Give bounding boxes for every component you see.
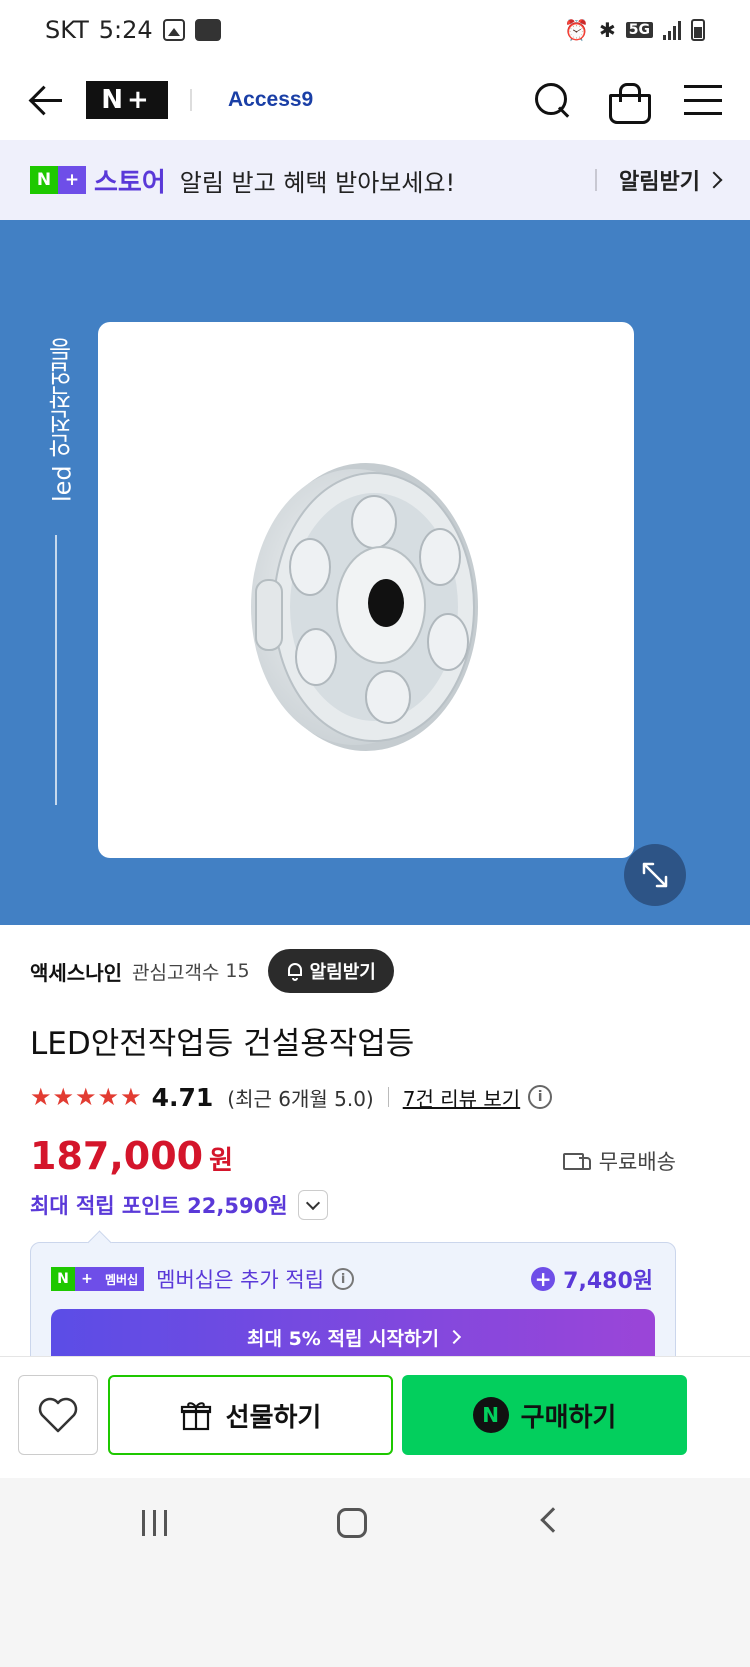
battery-icon bbox=[691, 19, 705, 41]
star-icon: ★ bbox=[75, 1083, 97, 1111]
recent-rating: (최근 6개월 5.0) bbox=[227, 1086, 374, 1111]
rating-row: ★ ★ ★ ★ ★ 4.71 (최근 6개월 5.0) 7건 리뷰 보기 i bbox=[30, 1080, 553, 1114]
notification-promo-banner[interactable]: N + 스토어 알림 받고 혜택 받아보세요! 알림받기 bbox=[0, 140, 750, 220]
signal-icon bbox=[663, 20, 681, 40]
nplus-store-logo: N + bbox=[30, 166, 86, 194]
rating-divider bbox=[387, 1087, 389, 1107]
product-image-hero[interactable]: led 안전작업등 bbox=[0, 220, 750, 925]
gallery-notification-icon bbox=[162, 19, 185, 41]
seller-row: 액세스나인 관심고객수 15 알림받기 bbox=[30, 948, 394, 994]
gift-icon bbox=[180, 1402, 211, 1431]
membership-badge: N + 멤버십 bbox=[51, 1267, 145, 1291]
heart-icon bbox=[38, 1397, 78, 1433]
led-reel-image bbox=[251, 463, 478, 751]
purchase-bar: 선물하기 N 구매하기 bbox=[0, 1356, 750, 1476]
bluetooth-icon: ✱ bbox=[599, 18, 616, 42]
star-icon: ★ bbox=[97, 1083, 120, 1111]
chevron-down-icon bbox=[305, 1195, 320, 1210]
shipping-label: 무료배송 bbox=[598, 1150, 676, 1174]
hero-vertical-label: led 안전작업등 bbox=[48, 337, 77, 503]
brand-logo[interactable]: Access9 bbox=[228, 88, 313, 112]
carrier-label: SKT bbox=[45, 16, 89, 44]
hamburger-menu-icon[interactable] bbox=[684, 85, 722, 115]
home-button[interactable] bbox=[337, 1508, 367, 1538]
product-photo bbox=[98, 322, 634, 858]
plus-circle-icon: + bbox=[531, 1267, 556, 1291]
seller-alarm-button[interactable]: 알림받기 bbox=[267, 949, 394, 993]
membership-text: 멤버십은 추가 적립 bbox=[156, 1268, 325, 1292]
subscribe-alert-link[interactable]: 알림받기 bbox=[619, 164, 723, 196]
product-title: LED안전작업등 건설용작업등 bbox=[30, 1026, 415, 1062]
max-points-label: 최대 적립 포인트 22,590원 bbox=[30, 1194, 288, 1218]
membership-box: N + 멤버십 멤버십은 추가 적립 i + 7,480원 최대 5% 적립 시… bbox=[30, 1242, 676, 1372]
star-icon: ★ bbox=[30, 1083, 52, 1111]
alarm-icon: ⏰ bbox=[564, 18, 589, 42]
info-icon[interactable]: i bbox=[528, 1085, 553, 1109]
membership-points: + 7,480원 bbox=[531, 1263, 653, 1295]
search-icon[interactable] bbox=[534, 82, 570, 118]
star-icon: ★ bbox=[52, 1083, 75, 1111]
network-type: 5G bbox=[625, 22, 653, 38]
tmoney-notification-icon bbox=[194, 19, 221, 41]
promo-divider bbox=[595, 169, 598, 191]
shipping-info: 무료배송 bbox=[562, 1146, 676, 1176]
gift-button[interactable]: 선물하기 bbox=[108, 1375, 393, 1455]
truck-icon bbox=[562, 1151, 591, 1171]
wishlist-button[interactable] bbox=[18, 1375, 98, 1455]
recent-apps-button[interactable] bbox=[142, 1510, 167, 1536]
fans-count: 15 bbox=[225, 960, 250, 982]
rating-stars: ★ ★ ★ ★ ★ bbox=[30, 1085, 142, 1109]
max-points-row[interactable]: 최대 적립 포인트 22,590원 bbox=[30, 1190, 328, 1220]
back-arrow-icon[interactable] bbox=[28, 82, 64, 118]
naver-pay-icon: N bbox=[472, 1397, 509, 1433]
expand-arrows-icon bbox=[642, 862, 668, 888]
membership-info-icon[interactable]: i bbox=[332, 1268, 355, 1290]
shopping-bag-icon[interactable] bbox=[608, 82, 651, 124]
top-header: N+ Access9 bbox=[0, 62, 750, 138]
bell-plus-icon bbox=[287, 963, 302, 981]
store-name: 스토어 bbox=[94, 167, 166, 198]
price-unit: 원 bbox=[209, 1146, 233, 1176]
price-amount: 187,000 bbox=[30, 1134, 204, 1178]
price: 187,000 원 bbox=[30, 1134, 233, 1178]
chevron-right-icon bbox=[705, 171, 723, 189]
promo-message: 알림 받고 혜택 받아보세요! bbox=[179, 168, 456, 197]
hero-vertical-line bbox=[55, 535, 57, 805]
rating-score: 4.71 bbox=[151, 1082, 214, 1112]
points-dropdown-button[interactable] bbox=[297, 1190, 328, 1220]
status-bar: SKT 5:24 ⏰ ✱ 5G bbox=[0, 0, 750, 60]
expand-image-button[interactable] bbox=[624, 844, 686, 906]
chevron-right-icon bbox=[446, 1329, 462, 1345]
naver-plus-logo[interactable]: N+ bbox=[86, 81, 168, 119]
view-reviews-link[interactable]: 7건 리뷰 보기 bbox=[403, 1083, 520, 1112]
fans-label: 관심고객수 bbox=[132, 961, 220, 984]
buy-now-button[interactable]: N 구매하기 bbox=[402, 1375, 687, 1455]
system-nav-bar bbox=[0, 1478, 750, 1667]
seller-name[interactable]: 액세스나인 bbox=[30, 957, 122, 986]
header-divider bbox=[190, 89, 192, 111]
clock: 5:24 bbox=[98, 16, 153, 44]
back-button[interactable] bbox=[540, 1507, 566, 1533]
star-icon: ★ bbox=[120, 1083, 142, 1111]
